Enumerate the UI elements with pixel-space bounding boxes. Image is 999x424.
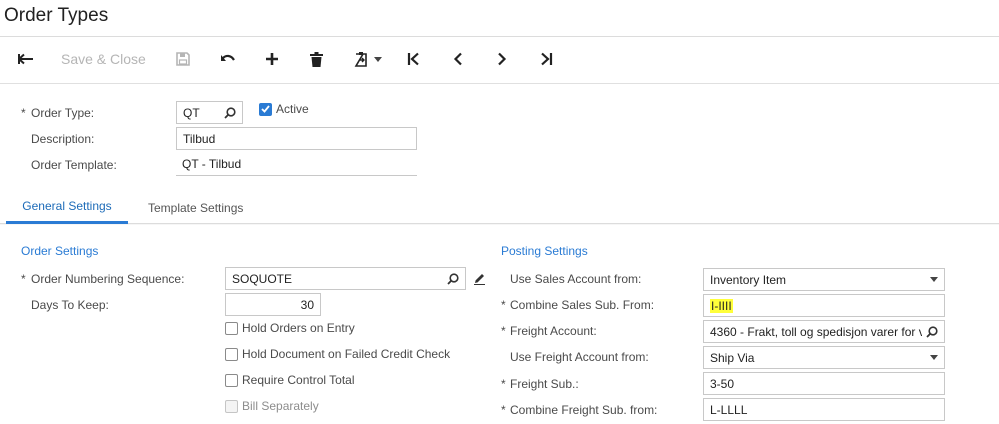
last-record-button[interactable] [536,48,556,70]
numbering-sequence-value: SOQUOTE [232,271,293,286]
description-value: Tilbud [183,131,216,146]
combine-sales-value: I-IIII [710,298,733,313]
numbering-sequence-label: Order Numbering Sequence: [31,272,185,286]
required-marker: * [501,324,506,338]
plus-icon [266,53,278,65]
bill-separately-checkbox[interactable]: Bill Separately [225,399,319,413]
tab-template-settings[interactable]: Template Settings [148,191,243,224]
order-type-value: QT [183,105,200,120]
numbering-sequence-selector[interactable]: SOQUOTE [225,267,466,290]
tab-bar: General Settings Template Settings [0,191,999,224]
sales-account-label: Use Sales Account from: [510,272,642,286]
hold-document-checkbox[interactable]: Hold Document on Failed Credit Check [225,347,450,361]
freight-account-value: 4360 - Frakt, toll og spedisjon varer fo… [710,324,922,339]
combine-sales-label: Combine Sales Sub. From: [510,298,655,312]
order-template-value: QT - Tilbud [176,153,417,176]
required-marker: * [21,272,26,286]
general-settings-panel: Order Settings * Order Numbering Sequenc… [0,225,999,424]
freight-sub-field[interactable]: 3-50 [703,372,945,395]
combine-freight-label: Combine Freight Sub. from: [510,403,658,417]
undo-icon [221,54,235,61]
clipboard-icon [354,52,367,67]
hold-document-label: Hold Document on Failed Credit Check [242,347,451,361]
tab-general-settings[interactable]: General Settings [6,191,128,224]
days-to-keep-value: 30 [300,297,314,312]
first-page-icon [407,52,419,66]
page-title: Order Types [4,5,109,26]
save-button[interactable] [174,48,192,70]
freight-account-label: Freight Account: [510,324,597,338]
sales-account-dropdown[interactable]: Inventory Item [703,268,945,291]
require-control-total-checkbox[interactable]: Require Control Total [225,373,355,387]
last-page-icon [541,52,553,66]
arrow-left-icon [18,53,33,65]
require-control-total-label: Require Control Total [242,373,355,387]
chevron-right-icon [498,52,507,66]
copy-paste-menu-button[interactable] [352,48,384,70]
combine-freight-value: L-LLLL [710,402,748,417]
required-marker: * [501,298,506,312]
description-label: Description: [31,132,95,146]
title-divider [0,36,999,37]
freight-sub-value: 3-50 [710,376,735,391]
combine-freight-field[interactable]: L-LLLL [703,398,945,421]
checkbox-unchecked-icon [225,373,238,387]
combine-sales-field[interactable]: I-IIII [703,294,945,317]
order-type-selector[interactable]: QT [176,101,243,124]
next-record-button[interactable] [492,48,512,70]
checkbox-unchecked-icon [225,321,238,335]
add-button[interactable] [262,48,282,70]
sales-account-value: Inventory Item [710,272,787,287]
previous-record-button[interactable] [448,48,468,70]
save-icon [176,52,190,66]
checkbox-checked-icon [259,102,272,116]
use-freight-dropdown[interactable]: Ship Via [703,346,945,369]
first-record-button[interactable] [404,48,424,70]
active-checkbox[interactable]: Active [259,102,309,116]
required-marker: * [501,377,506,391]
search-icon[interactable] [224,106,236,119]
chevron-down-icon [374,56,382,62]
freight-account-selector[interactable]: 4360 - Frakt, toll og spedisjon varer fo… [703,320,945,343]
save-close-button[interactable]: Save & Close [61,48,146,70]
hold-orders-label: Hold Orders on Entry [242,321,355,335]
order-type-label: Order Type: [31,106,95,120]
search-icon[interactable] [926,325,938,338]
chevron-left-icon [453,52,462,66]
active-label: Active [276,102,309,116]
checkbox-disabled-icon [225,399,238,413]
description-field[interactable]: Tilbud [176,127,417,150]
required-marker: * [21,106,26,120]
delete-button[interactable] [306,48,326,70]
back-button[interactable] [16,48,36,70]
use-freight-value: Ship Via [710,350,755,365]
summary-panel: * Order Type: QT Active Description: Til… [0,84,999,191]
required-marker: * [501,403,506,417]
edit-pencil-icon[interactable] [473,272,486,288]
days-to-keep-label: Days To Keep: [31,298,109,312]
use-freight-label: Use Freight Account from: [510,350,649,364]
hold-orders-checkbox[interactable]: Hold Orders on Entry [225,321,355,335]
bill-separately-label: Bill Separately [242,399,319,413]
cancel-button[interactable] [218,48,238,70]
chevron-down-icon [930,355,938,360]
trash-icon [309,51,323,67]
days-to-keep-field[interactable]: 30 [225,293,321,316]
order-template-label: Order Template: [31,158,117,172]
posting-settings-title: Posting Settings [501,244,588,258]
search-icon[interactable] [447,272,459,285]
freight-sub-label: Freight Sub.: [510,377,579,391]
checkbox-unchecked-icon [225,347,238,361]
order-settings-title: Order Settings [21,244,99,258]
toolbar: Save & Close [0,38,999,82]
chevron-down-icon [930,277,938,282]
